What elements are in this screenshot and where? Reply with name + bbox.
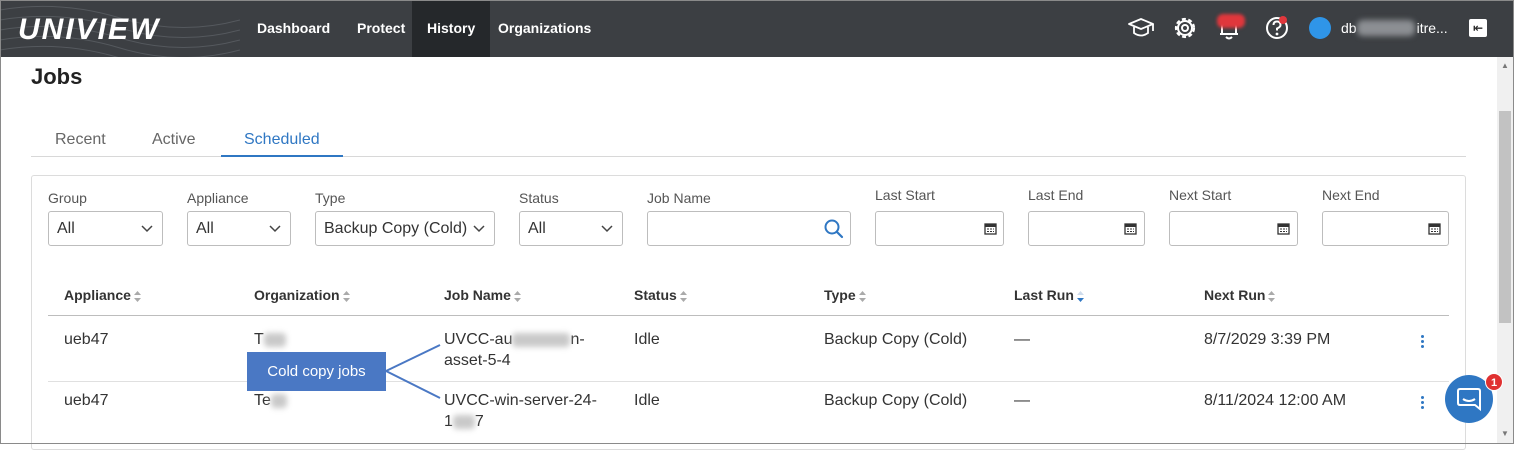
callout-connector-lines [385, 344, 441, 399]
chat-badge: 1 [1485, 373, 1503, 391]
annotation-callout: Cold copy jobs [247, 352, 386, 391]
